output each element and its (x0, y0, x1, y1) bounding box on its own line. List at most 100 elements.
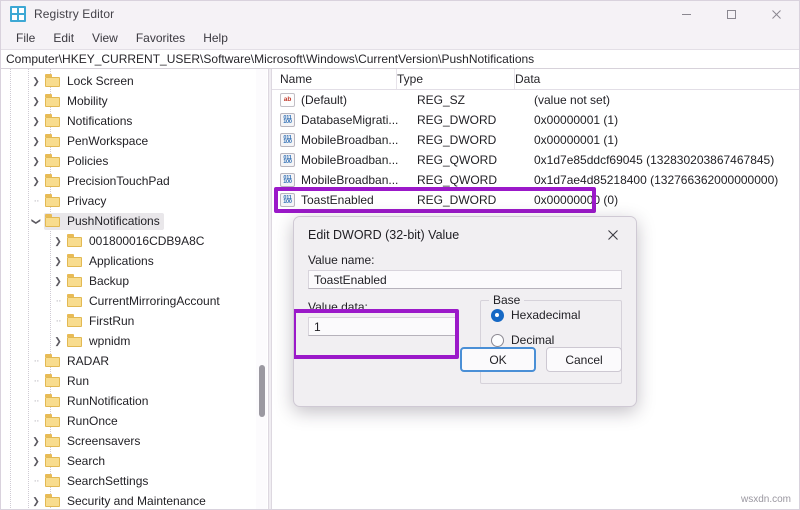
close-button[interactable] (754, 1, 799, 27)
window-title: Registry Editor (34, 7, 115, 21)
chevron-right-icon[interactable]: ❯ (28, 76, 44, 87)
tree-item-notifications[interactable]: ❯ Notifications (1, 111, 268, 131)
table-row[interactable]: 011 100 MobileBroadban... REG_QWORD 0x1d7ae4… (272, 170, 799, 190)
chevron-right-icon[interactable]: ❯ (28, 156, 44, 167)
cancel-button[interactable]: Cancel (546, 347, 622, 372)
tree-leaf-marker: ·· (33, 415, 39, 427)
tree-item-wpnidm[interactable]: ❯ wpnidm (1, 331, 268, 351)
chevron-right-icon[interactable]: ❯ (28, 116, 44, 127)
tree-item-pushnotifications[interactable]: ❯ PushNotifications (1, 211, 268, 231)
tree-item-run[interactable]: ·· Run (1, 371, 268, 391)
folder-icon (45, 194, 62, 207)
qword-value-icon: 011 100 (280, 153, 295, 167)
tree-item-content: Mobility (44, 93, 112, 110)
title-bar: Registry Editor (1, 1, 799, 27)
tree-item-backup[interactable]: ❯ Backup (1, 271, 268, 291)
minimize-button[interactable] (664, 1, 709, 27)
tree-leaf-marker: ·· (33, 375, 39, 387)
menu-file[interactable]: File (7, 29, 44, 47)
column-header-data[interactable]: Data (515, 72, 799, 86)
tree-item-content: RADAR (44, 353, 113, 370)
column-header-type[interactable]: Type (397, 72, 514, 86)
folder-icon (67, 234, 84, 247)
tree-item-001800016cdb9a8c[interactable]: ❯ 001800016CDB9A8C (1, 231, 268, 251)
tree-leaf-marker: ·· (33, 395, 39, 407)
column-header-name[interactable]: Name (272, 72, 396, 86)
dialog-title-bar: Edit DWORD (32-bit) Value (294, 217, 636, 253)
tree-item-content: Run (44, 373, 93, 390)
registry-path: Computer\HKEY_CURRENT_USER\Software\Micr… (6, 52, 535, 66)
address-bar[interactable]: Computer\HKEY_CURRENT_USER\Software\Micr… (1, 49, 799, 69)
tree-item-currentmirroringaccount[interactable]: ·· CurrentMirroringAccount (1, 291, 268, 311)
value-data-label: Value data: (308, 300, 368, 314)
dword-value-icon: 011 100 (280, 113, 295, 127)
tree-item-content: Search (44, 453, 109, 470)
folder-icon (45, 434, 62, 447)
tree-item-security-and-maintenance[interactable]: ❯ Security and Maintenance (1, 491, 268, 509)
tree-scrollbar[interactable] (256, 69, 267, 509)
value-data: 0x00000001 (1) (534, 113, 619, 127)
tree-item-label: CurrentMirroringAccount (89, 293, 220, 308)
tree-item-runnotification[interactable]: ·· RunNotification (1, 391, 268, 411)
folder-icon (45, 414, 62, 427)
tree-item-precisiontouchpad[interactable]: ❯ PrecisionTouchPad (1, 171, 268, 191)
maximize-button[interactable] (709, 1, 754, 27)
chevron-right-icon[interactable]: ❯ (50, 336, 66, 347)
chevron-right-icon[interactable]: ❯ (28, 436, 44, 447)
tree-item-penworkspace[interactable]: ❯ PenWorkspace (1, 131, 268, 151)
chevron-right-icon[interactable]: ❯ (28, 176, 44, 187)
folder-icon (67, 334, 84, 347)
tree-item-policies[interactable]: ❯ Policies (1, 151, 268, 171)
tree-item-label: 001800016CDB9A8C (89, 233, 205, 248)
folder-icon (67, 294, 84, 307)
folder-icon (45, 94, 62, 107)
tree-item-runonce[interactable]: ·· RunOnce (1, 411, 268, 431)
menu-favorites[interactable]: Favorites (127, 29, 194, 47)
value-name: (Default) (301, 93, 348, 107)
table-row[interactable]: 011 100 DatabaseMigrati... REG_DWORD 0x00000… (272, 110, 799, 130)
table-row[interactable]: 011 100 ToastEnabled REG_DWORD 0x00000000 (0… (272, 190, 799, 210)
value-name-input[interactable]: ToastEnabled (308, 270, 622, 289)
radio-hexadecimal[interactable]: Hexadecimal (491, 308, 611, 322)
chevron-right-icon[interactable]: ❯ (50, 256, 66, 267)
table-row[interactable]: ab (Default) REG_SZ (value not set) (272, 90, 799, 110)
chevron-right-icon[interactable]: ❯ (28, 136, 44, 147)
chevron-down-icon[interactable]: ❯ (31, 213, 42, 229)
table-row[interactable]: 011 100 MobileBroadban... REG_DWORD 0x000000… (272, 130, 799, 150)
tree-leaf-marker: ·· (33, 355, 39, 367)
menu-edit[interactable]: Edit (44, 29, 83, 47)
value-data-input[interactable]: 1 (308, 317, 458, 336)
tree-item-radar[interactable]: ·· RADAR (1, 351, 268, 371)
menu-help[interactable]: Help (194, 29, 237, 47)
dialog-body: Value name: ToastEnabled Value data: 1 B… (294, 253, 636, 384)
registry-tree-pane: ❯ Lock Screen ❯ Mobility ❯ Notifications ❯ PenW… (1, 69, 268, 509)
tree-item-search[interactable]: ❯ Search (1, 451, 268, 471)
registry-editor-icon (10, 6, 26, 22)
tree-item-applications[interactable]: ❯ Applications (1, 251, 268, 271)
menu-view[interactable]: View (83, 29, 127, 47)
tree-item-mobility[interactable]: ❯ Mobility (1, 91, 268, 111)
folder-icon (45, 154, 62, 167)
folder-icon (45, 394, 62, 407)
dialog-close-button[interactable] (600, 222, 626, 248)
chevron-right-icon[interactable]: ❯ (28, 456, 44, 467)
table-row[interactable]: 011 100 MobileBroadban... REG_QWORD 0x1d7e85… (272, 150, 799, 170)
tree-item-searchsettings[interactable]: ·· SearchSettings (1, 471, 268, 491)
tree-item-content: PrecisionTouchPad (44, 173, 174, 190)
value-name: MobileBroadban... (301, 173, 399, 187)
radio-decimal[interactable]: Decimal (491, 333, 611, 347)
tree-item-label: Mobility (67, 93, 108, 108)
chevron-right-icon[interactable]: ❯ (28, 496, 44, 507)
tree-item-firstrun[interactable]: ·· FirstRun (1, 311, 268, 331)
chevron-right-icon[interactable]: ❯ (50, 236, 66, 247)
tree-scrollbar-thumb[interactable] (259, 365, 265, 417)
tree-item-content: Applications (66, 253, 158, 270)
tree-item-privacy[interactable]: ·· Privacy (1, 191, 268, 211)
tree-item-screensavers[interactable]: ❯ Screensavers (1, 431, 268, 451)
ok-button[interactable]: OK (460, 347, 536, 372)
chevron-right-icon[interactable]: ❯ (28, 96, 44, 107)
base-legend: Base (489, 293, 525, 307)
chevron-right-icon[interactable]: ❯ (50, 276, 66, 287)
tree-item-lock-screen[interactable]: ❯ Lock Screen (1, 71, 268, 91)
radio-decimal-label: Decimal (511, 333, 555, 347)
